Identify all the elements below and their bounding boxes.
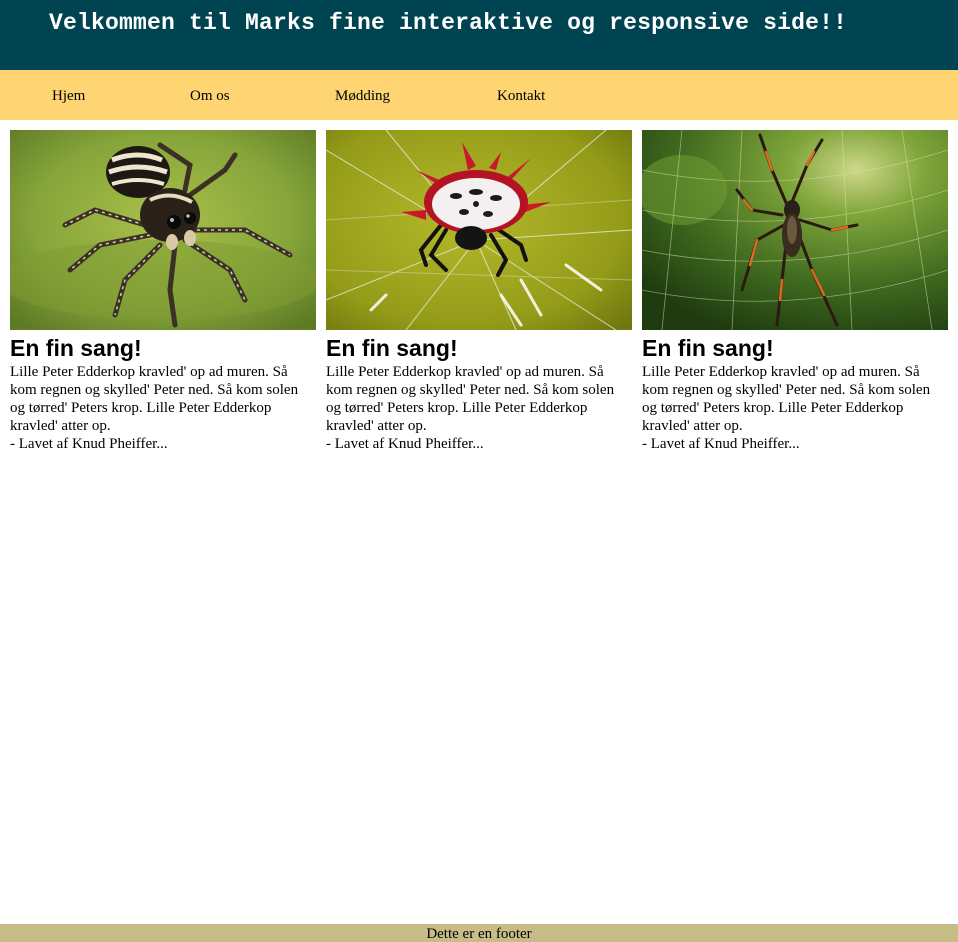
golden-orb-weaver-photo bbox=[642, 130, 948, 330]
card-title: En fin sang! bbox=[642, 335, 774, 361]
page: Velkommen til Marks fine interaktive og … bbox=[0, 0, 958, 942]
nav-link-hjem[interactable]: Hjem bbox=[52, 87, 85, 105]
nav-link-modding[interactable]: Mødding bbox=[335, 87, 390, 105]
nav-link-kontakt[interactable]: Kontakt bbox=[497, 87, 545, 105]
card-text: Lille Peter Edderkop kravled' op ad mure… bbox=[326, 363, 632, 453]
content-card: En fin sang! Lille Peter Edderkop kravle… bbox=[642, 130, 948, 453]
content-card: En fin sang! Lille Peter Edderkop kravle… bbox=[10, 130, 316, 453]
site-header: Velkommen til Marks fine interaktive og … bbox=[0, 0, 958, 70]
main-navigation: Hjem Om os Mødding Kontakt bbox=[0, 70, 958, 120]
page-title: Velkommen til Marks fine interaktive og … bbox=[49, 10, 848, 36]
song-lyrics: Lille Peter Edderkop kravled' op ad mure… bbox=[326, 364, 615, 434]
card-text: Lille Peter Edderkop kravled' op ad mure… bbox=[10, 363, 316, 453]
card-title: En fin sang! bbox=[326, 335, 458, 361]
song-credit: - Lavet af Knud Pheiffer... bbox=[326, 436, 484, 452]
card-title: En fin sang! bbox=[10, 335, 142, 361]
song-credit: - Lavet af Knud Pheiffer... bbox=[10, 436, 168, 452]
jumping-spider-photo bbox=[10, 130, 316, 330]
song-lyrics: Lille Peter Edderkop kravled' op ad mure… bbox=[10, 364, 299, 434]
content-card: En fin sang! Lille Peter Edderkop kravle… bbox=[326, 130, 632, 453]
site-footer: Dette er en footer bbox=[0, 924, 958, 942]
nav-link-om-os[interactable]: Om os bbox=[190, 87, 230, 105]
spiny-orb-weaver-photo bbox=[326, 130, 632, 330]
song-lyrics: Lille Peter Edderkop kravled' op ad mure… bbox=[642, 364, 931, 434]
song-credit: - Lavet af Knud Pheiffer... bbox=[642, 436, 800, 452]
footer-text: Dette er en footer bbox=[426, 926, 532, 942]
card-text: Lille Peter Edderkop kravled' op ad mure… bbox=[642, 363, 948, 453]
